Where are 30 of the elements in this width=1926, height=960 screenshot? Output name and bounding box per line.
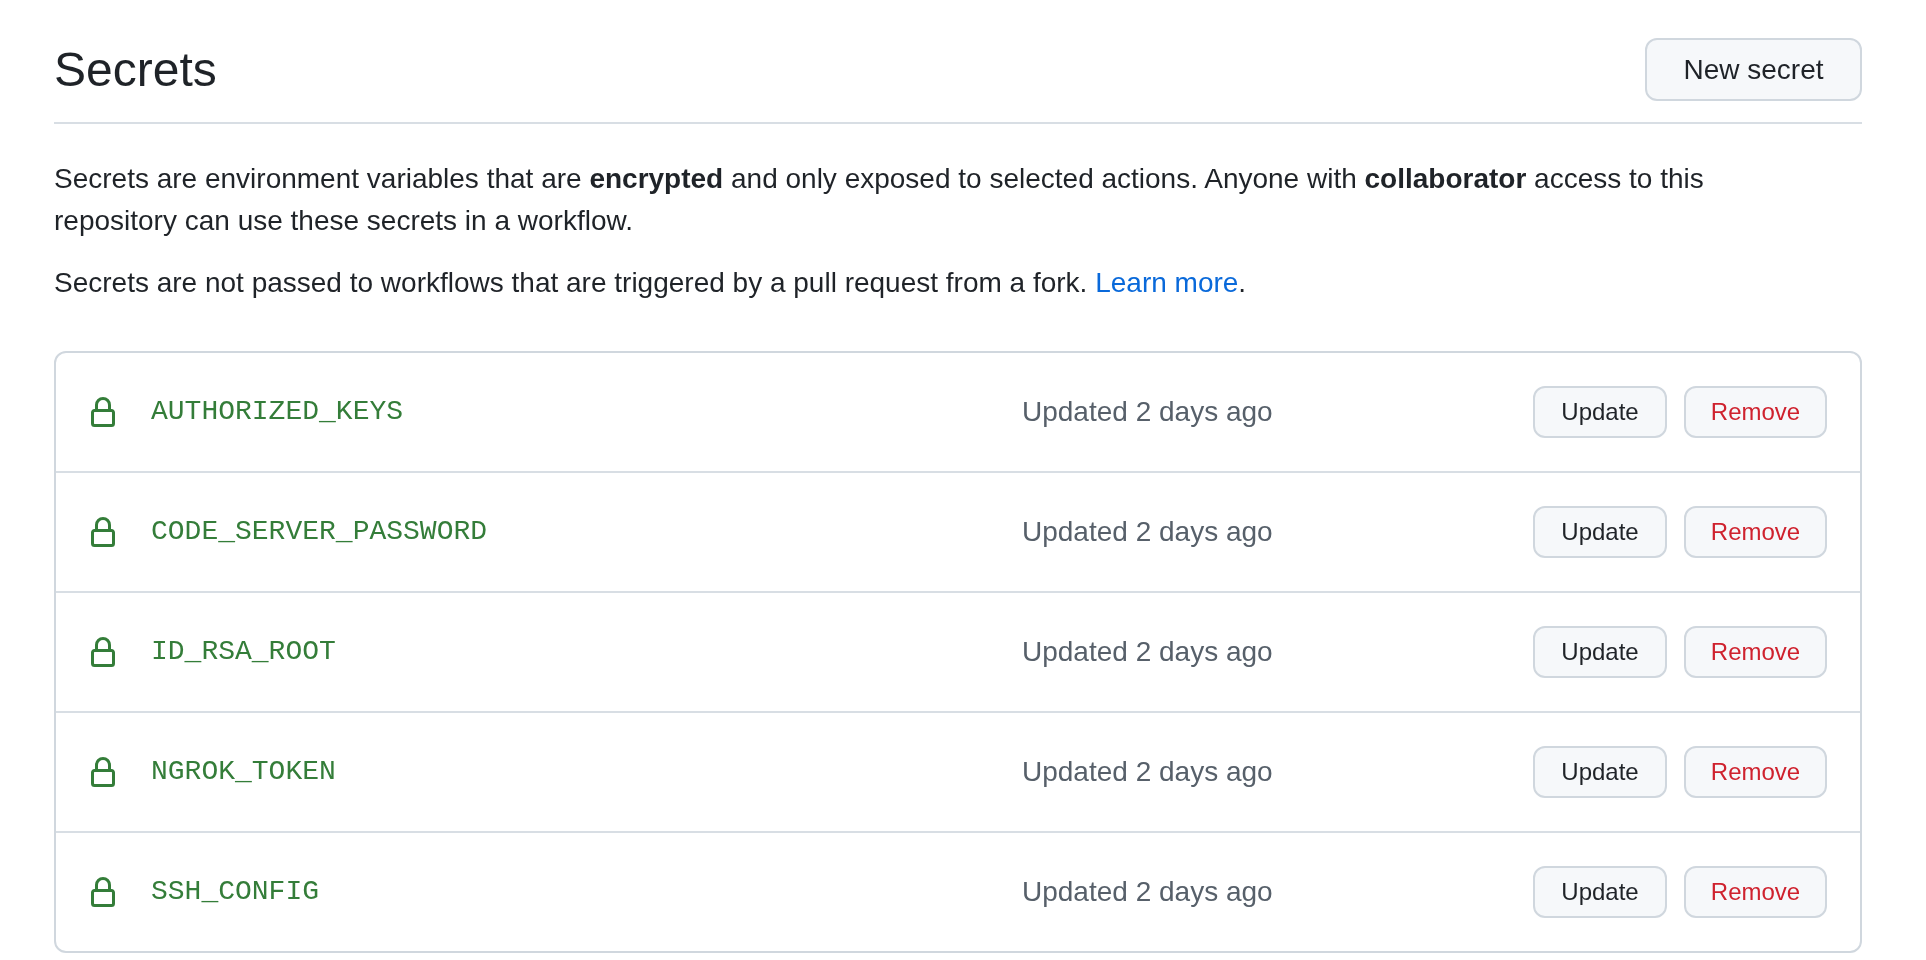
lock-icon xyxy=(91,637,115,667)
secret-name: NGROK_TOKEN xyxy=(151,755,337,789)
secret-name: ID_RSA_ROOT xyxy=(151,635,337,669)
fork-note-text: Secrets are not passed to workflows that are triggered by a pull request from a fork. Learn more. xyxy=(54,266,1247,300)
update-button[interactable]: Update xyxy=(1533,626,1667,678)
lock-icon xyxy=(91,397,115,427)
secret-name: AUTHORIZED_KEYS xyxy=(151,395,405,429)
update-button[interactable]: Update xyxy=(1533,506,1667,558)
remove-button[interactable]: Remove xyxy=(1684,746,1827,798)
updated-time: Updated 2 days ago xyxy=(1022,515,1273,549)
updated-time: Updated 2 days ago xyxy=(1022,755,1273,789)
lock-icon xyxy=(91,757,115,787)
new-secret-button[interactable]: New secret xyxy=(1645,38,1862,101)
update-button[interactable]: Update xyxy=(1533,386,1667,438)
lock-icon xyxy=(91,877,115,907)
page-title: Secrets xyxy=(54,42,217,98)
learn-more-link[interactable]: Learn more xyxy=(1095,267,1239,298)
update-button[interactable]: Update xyxy=(1533,866,1667,918)
update-button[interactable]: Update xyxy=(1533,746,1667,798)
remove-button[interactable]: Remove xyxy=(1684,866,1827,918)
secret-name: CODE_SERVER_PASSWORD xyxy=(151,515,489,549)
updated-time: Updated 2 days ago xyxy=(1022,395,1273,429)
remove-button[interactable]: Remove xyxy=(1684,386,1827,438)
remove-button[interactable]: Remove xyxy=(1684,506,1827,558)
secret-name: SSH_CONFIG xyxy=(151,875,321,909)
remove-button[interactable]: Remove xyxy=(1684,626,1827,678)
description-text: Secrets are environment variables that are encrypted and only exposed to selected actions. Anyone with collaborator access to this repository can use these secrets in a workflow. xyxy=(54,162,1705,238)
updated-time: Updated 2 days ago xyxy=(1022,635,1273,669)
updated-time: Updated 2 days ago xyxy=(1022,875,1273,909)
lock-icon xyxy=(91,517,115,547)
